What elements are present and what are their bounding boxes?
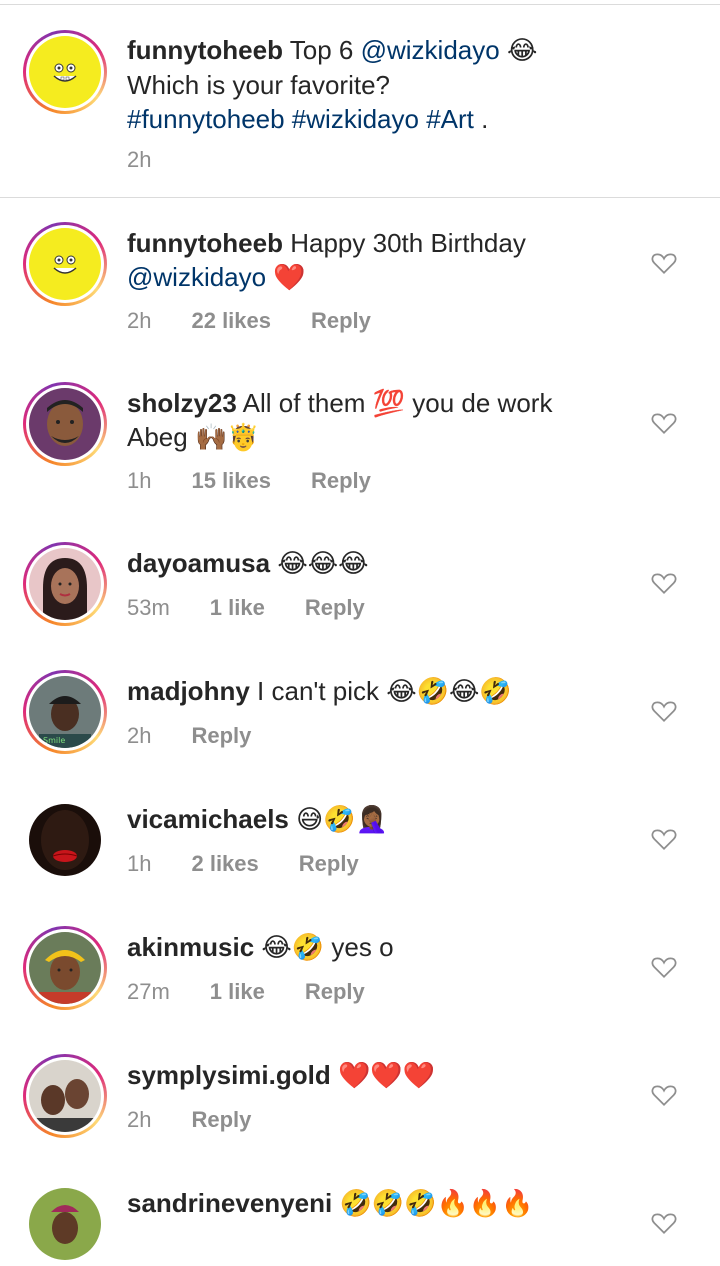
comment-avatar[interactable]: [23, 798, 107, 882]
caption-username[interactable]: funnytoheeb: [127, 35, 283, 65]
reply-button[interactable]: Reply: [311, 468, 371, 494]
couple-avatar: [29, 1060, 101, 1132]
red-lips-avatar: [29, 804, 101, 876]
likes-count[interactable]: 2 likes: [191, 851, 258, 877]
comment-username[interactable]: symplysimi.gold: [127, 1060, 331, 1090]
caption-avatar[interactable]: [23, 30, 107, 114]
comment-meta: 2h 22 likes Reply: [127, 308, 371, 334]
comment-text: sandrinevenyeni 🤣🤣🤣🔥🔥🔥: [127, 1188, 534, 1219]
heart-outline-icon[interactable]: [651, 411, 677, 435]
likes-count[interactable]: 1 like: [210, 979, 265, 1005]
heart-outline-icon[interactable]: [651, 1083, 677, 1107]
heart-outline-icon[interactable]: [651, 1211, 677, 1235]
reply-button[interactable]: Reply: [299, 851, 359, 877]
comment-avatar[interactable]: [23, 1182, 107, 1266]
comment-username[interactable]: sandrinevenyeni: [127, 1188, 332, 1218]
caption-time: 2h: [127, 147, 152, 172]
comment-text: sholzy23 All of them 💯 you de work Abeg …: [127, 388, 553, 452]
comment-text: madjohny I can't pick 😂🤣😂🤣: [127, 676, 512, 706]
comment-username[interactable]: sholzy23: [127, 388, 237, 418]
woman-outdoor-avatar: [29, 1188, 101, 1260]
reply-button[interactable]: Reply: [191, 1107, 251, 1133]
comment-meta: 2h Reply: [127, 723, 252, 749]
comment-username[interactable]: madjohny: [127, 676, 250, 706]
comment-meta: 1h 15 likes Reply: [127, 468, 371, 494]
comment-avatar[interactable]: Smile: [23, 670, 107, 754]
caption-text: funnytoheeb Top 6 @wizkidayo 😂 Which is …: [127, 35, 538, 134]
caption-mention[interactable]: @wizkidayo: [361, 35, 500, 65]
comment-text: akinmusic 😂🤣 yes o: [127, 932, 394, 962]
reply-button[interactable]: Reply: [305, 595, 365, 621]
comment-avatar[interactable]: [23, 222, 107, 306]
spongebob-avatar: [29, 36, 101, 108]
comment-meta: 2h Reply: [127, 1107, 252, 1133]
man-cartoon-avatar: [29, 388, 101, 460]
heart-outline-icon[interactable]: [651, 955, 677, 979]
svg-text:Smile: Smile: [43, 736, 65, 745]
comment-avatar[interactable]: [23, 382, 107, 466]
reply-button[interactable]: Reply: [191, 723, 251, 749]
heart-outline-icon[interactable]: [651, 571, 677, 595]
man-yellow-hat-avatar: [29, 932, 101, 1004]
spongebob-avatar: [29, 228, 101, 300]
comment-meta: 27m 1 like Reply: [127, 979, 365, 1005]
caption-meta: 2h: [127, 147, 191, 173]
heart-outline-icon[interactable]: [651, 699, 677, 723]
likes-count[interactable]: 1 like: [210, 595, 265, 621]
comment-username[interactable]: akinmusic: [127, 932, 254, 962]
comment-meta: 53m 1 like Reply: [127, 595, 365, 621]
likes-count[interactable]: 15 likes: [191, 468, 271, 494]
likes-count[interactable]: 22 likes: [191, 308, 271, 334]
comment-text: vicamichaels 😅🤣🤦🏾‍♀️: [127, 804, 388, 835]
caption-divider: [0, 197, 720, 198]
comment-text: dayoamusa 😂😂😂: [127, 548, 369, 579]
caption-hashtags[interactable]: #funnytoheeb #wizkidayo #Art: [127, 104, 474, 134]
reply-button[interactable]: Reply: [311, 308, 371, 334]
comment-username[interactable]: funnytoheeb: [127, 228, 283, 258]
comment-username[interactable]: dayoamusa: [127, 548, 270, 578]
comment-avatar[interactable]: [23, 542, 107, 626]
top-divider: [0, 4, 720, 5]
comment-text: symplysimi.gold ❤️❤️❤️: [127, 1060, 436, 1091]
heart-outline-icon[interactable]: [651, 251, 677, 275]
woman-avatar: [29, 548, 101, 620]
reply-button[interactable]: Reply: [305, 979, 365, 1005]
heart-outline-icon[interactable]: [651, 827, 677, 851]
comment-avatar[interactable]: [23, 926, 107, 1010]
comment-avatar[interactable]: [23, 1054, 107, 1138]
comment-meta: 1h 2 likes Reply: [127, 851, 359, 877]
comment-username[interactable]: vicamichaels: [127, 804, 289, 834]
comment-text: funnytoheeb Happy 30th Birthday @wizkida…: [127, 228, 526, 293]
comment-mention[interactable]: @wizkidayo: [127, 262, 266, 292]
man-cap-avatar: Smile: [29, 676, 101, 748]
